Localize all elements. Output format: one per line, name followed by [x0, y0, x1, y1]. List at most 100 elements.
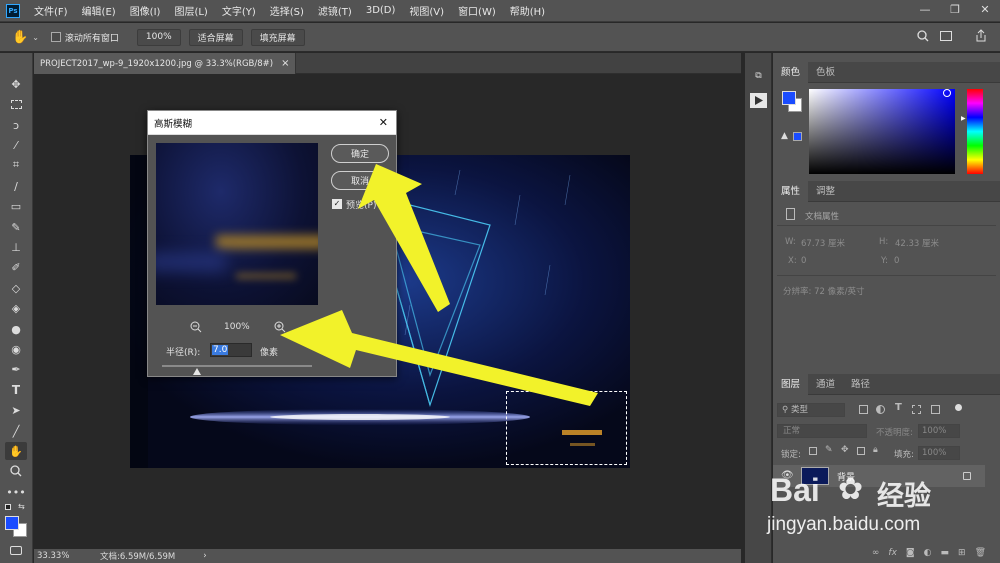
lock-image-icon[interactable]: ✎ — [825, 445, 833, 455]
restore-button[interactable]: ❐ — [940, 0, 970, 22]
lock-artboard-icon[interactable] — [857, 447, 865, 455]
zoom-tool-icon[interactable] — [5, 462, 27, 480]
layer-filter-select[interactable]: ⚲ 类型 — [777, 403, 845, 417]
lock-position-icon[interactable]: ✥ — [841, 445, 849, 455]
pen-tool-icon[interactable]: ✒ — [5, 360, 27, 378]
tab-adjustments[interactable]: 调整 — [808, 181, 843, 202]
foreground-color-swatch[interactable] — [5, 516, 19, 530]
filter-shape-icon[interactable] — [912, 405, 921, 414]
history-panel-icon[interactable]: ⧉ — [750, 71, 767, 86]
color-field[interactable] — [809, 89, 955, 174]
zoom-out-icon[interactable] — [190, 321, 202, 336]
out-of-gamut-warning-icon[interactable]: ▲ — [781, 131, 788, 141]
blend-mode-select[interactable]: 正常 — [777, 424, 867, 438]
move-tool-icon[interactable]: ✥ — [5, 75, 27, 93]
hue-slider[interactable] — [967, 89, 983, 174]
zoom-100-button[interactable]: 100% — [136, 28, 181, 46]
preview-checkbox[interactable]: ✓ — [332, 199, 342, 209]
new-group-icon[interactable]: ▬ — [941, 548, 950, 558]
menu-filter[interactable]: 滤镜(T) — [318, 3, 352, 18]
line-tool-icon[interactable]: ╱ — [5, 422, 27, 440]
dialog-titlebar[interactable]: 高斯模糊 ✕ — [148, 111, 396, 135]
document-tab[interactable]: PROJECT2017_wp-9_1920x1200.jpg @ 33.3%(R… — [34, 53, 297, 74]
type-tool-icon[interactable]: T — [5, 381, 27, 399]
eraser-tool-icon[interactable]: ◇ — [5, 279, 27, 297]
opacity-input[interactable]: 100% — [918, 424, 960, 438]
cancel-button[interactable]: 取消 — [331, 171, 389, 190]
eyedropper-tool-icon[interactable]: ∕ — [5, 177, 27, 195]
dialog-close-icon[interactable]: ✕ — [379, 116, 388, 129]
dodge-tool-icon[interactable]: ◉ — [5, 340, 27, 358]
workspace-icon[interactable] — [940, 31, 952, 41]
tab-swatches[interactable]: 色板 — [808, 62, 843, 83]
menu-window[interactable]: 窗口(W) — [458, 3, 496, 18]
layer-mask-icon[interactable]: ◙ — [906, 548, 915, 558]
new-layer-icon[interactable]: ⊞ — [958, 548, 966, 558]
radius-slider-track[interactable] — [162, 365, 312, 367]
filter-adjustment-icon[interactable] — [876, 405, 885, 414]
path-selection-tool-icon[interactable]: ➤ — [5, 401, 27, 419]
height-value[interactable]: 42.33 厘米 — [895, 237, 939, 249]
layer-name[interactable]: 背景 — [837, 470, 855, 483]
y-value[interactable]: 0 — [894, 256, 899, 266]
menu-edit[interactable]: 编辑(E) — [82, 3, 116, 18]
zoom-in-icon[interactable] — [274, 321, 286, 336]
healing-brush-tool-icon[interactable]: ▭ — [5, 197, 27, 215]
radius-input[interactable]: 7.0 — [210, 343, 252, 357]
paint-bucket-tool-icon[interactable]: ◈ — [5, 299, 27, 317]
menu-image[interactable]: 图像(I) — [130, 3, 161, 18]
radius-slider-thumb-icon[interactable] — [193, 368, 201, 375]
web-safe-swatch[interactable] — [793, 132, 802, 141]
delete-layer-icon[interactable]: 🗑︎ — [975, 548, 986, 558]
lock-all-icon[interactable]: 🔒︎ — [873, 445, 878, 455]
filter-type-icon[interactable]: T — [895, 402, 902, 413]
menu-help[interactable]: 帮助(H) — [510, 3, 545, 18]
tab-paths[interactable]: 路径 — [843, 374, 878, 395]
tab-color[interactable]: 颜色 — [773, 61, 809, 83]
ok-button[interactable]: 确定 — [331, 144, 389, 163]
status-chevron-icon[interactable]: › — [203, 551, 206, 561]
menu-view[interactable]: 视图(V) — [409, 3, 444, 18]
tab-channels[interactable]: 通道 — [808, 374, 843, 395]
color-picker-cursor[interactable] — [943, 89, 951, 97]
history-brush-tool-icon[interactable]: ✐ — [5, 258, 27, 276]
magic-wand-tool-icon[interactable]: ⁄ — [5, 136, 27, 154]
hand-tool-icon[interactable]: ✋ — [12, 30, 28, 45]
panel-foreground-swatch[interactable] — [782, 91, 796, 105]
tool-preset-chevron-icon[interactable]: ⌄ — [32, 33, 39, 42]
menu-type[interactable]: 文字(Y) — [222, 3, 256, 18]
marquee-selection[interactable] — [506, 391, 627, 465]
default-colors-icon[interactable] — [5, 504, 11, 510]
filter-smart-object-icon[interactable] — [931, 405, 940, 414]
layer-visibility-eye-icon[interactable]: 👁︎ — [781, 470, 794, 481]
filter-toggle-icon[interactable] — [955, 404, 962, 411]
filter-pixel-icon[interactable] — [859, 405, 868, 414]
lock-transparent-icon[interactable] — [809, 447, 817, 455]
width-value[interactable]: 67.73 厘米 — [801, 237, 845, 249]
tab-properties[interactable]: 属性 — [773, 180, 809, 202]
layer-style-icon[interactable]: fx — [888, 548, 897, 558]
actions-panel-icon[interactable] — [750, 93, 767, 108]
hue-slider-handle-icon[interactable]: ▶ — [961, 115, 966, 122]
minimize-button[interactable]: — — [910, 0, 940, 22]
share-icon[interactable] — [975, 29, 987, 46]
fit-screen-button[interactable]: 适合屏幕 — [188, 28, 243, 46]
crop-tool-icon[interactable]: ⌗ — [5, 156, 27, 174]
layer-row[interactable]: 👁︎ 背景 — [773, 465, 985, 487]
zoom-level[interactable]: 33.33% — [37, 551, 97, 561]
tab-layers[interactable]: 图层 — [773, 373, 809, 395]
fill-screen-button[interactable]: 填充屏幕 — [250, 28, 305, 46]
clone-stamp-tool-icon[interactable]: ⊥ — [5, 238, 27, 256]
close-button[interactable]: ✕ — [970, 0, 1000, 22]
brush-tool-icon[interactable]: ✎ — [5, 218, 27, 236]
menu-layer[interactable]: 图层(L) — [174, 3, 207, 18]
menu-select[interactable]: 选择(S) — [270, 3, 304, 18]
quick-mask-icon[interactable] — [10, 546, 22, 555]
hand-tool-icon[interactable]: ✋ — [5, 442, 27, 460]
menu-file[interactable]: 文件(F) — [34, 3, 68, 18]
x-value[interactable]: 0 — [801, 256, 806, 266]
adjustment-layer-icon[interactable]: ◐ — [924, 548, 932, 558]
fill-input[interactable]: 100% — [918, 446, 960, 460]
marquee-tool-icon[interactable] — [5, 95, 27, 113]
lasso-tool-icon[interactable]: ↄ — [5, 116, 27, 134]
